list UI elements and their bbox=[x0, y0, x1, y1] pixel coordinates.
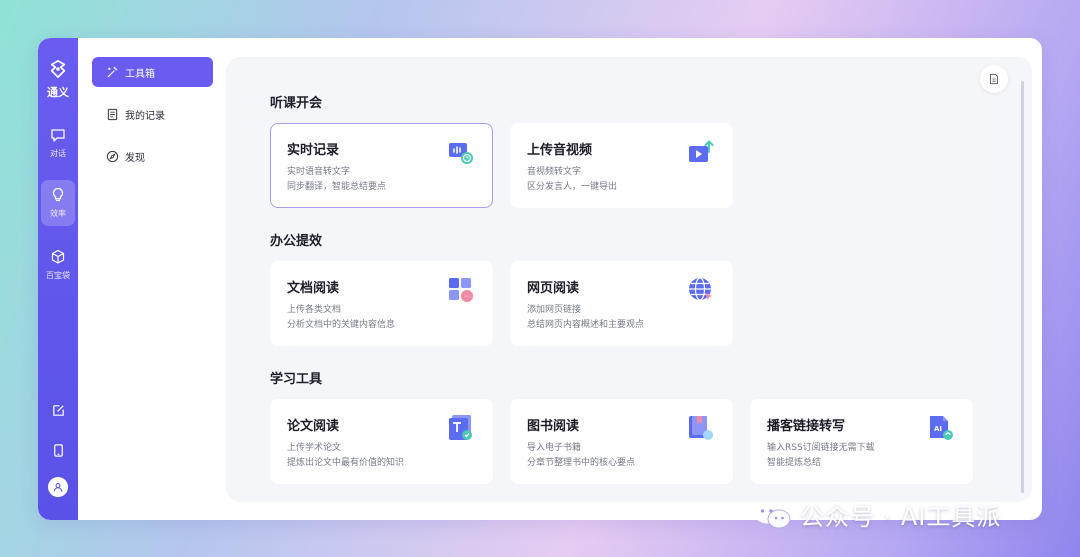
rail-edit-button[interactable] bbox=[38, 403, 78, 422]
card-desc: 总结网页内容概述和主要观点 bbox=[527, 320, 645, 330]
notes-icon bbox=[107, 108, 118, 120]
card-desc: 添加网页链接 bbox=[527, 305, 582, 315]
document-read-icon: ··· bbox=[449, 278, 473, 302]
logo[interactable]: 通义 bbox=[38, 60, 78, 100]
rail-user-button[interactable] bbox=[38, 477, 78, 497]
card-desc: 音视频转文字 bbox=[527, 167, 582, 177]
svg-text:AI: AI bbox=[934, 425, 942, 433]
rail-label: 百宝袋 bbox=[46, 271, 70, 280]
rail-item-chat[interactable]: 对话 bbox=[41, 120, 75, 166]
user-icon bbox=[53, 483, 63, 492]
section-title-lecture-meeting: 听课开会 bbox=[270, 96, 323, 111]
watermark: 公众号 · AI工具派 bbox=[752, 497, 1001, 532]
card-desc: 导入电子书籍 bbox=[527, 443, 582, 453]
card-desc: 上传学术论文 bbox=[287, 443, 342, 453]
card-document-reading[interactable]: 文档阅读 上传各类文档 分析文档中的关键内容信息 ··· bbox=[270, 261, 493, 346]
card-desc: 上传各类文档 bbox=[287, 305, 342, 315]
watermark-text: 公众号 · AI工具派 bbox=[800, 503, 1002, 531]
secondary-nav: 工具箱 我的记录 发现 bbox=[78, 38, 228, 520]
card-desc: 输入RSS订阅链接无需下载 bbox=[767, 443, 875, 453]
card-desc: 提炼出论文中最有价值的知识 bbox=[287, 458, 405, 468]
scrollbar[interactable] bbox=[1021, 81, 1024, 493]
chat-icon bbox=[51, 129, 65, 142]
card-desc: 分析文档中的关键内容信息 bbox=[287, 320, 396, 330]
lightbulb-icon bbox=[52, 187, 64, 202]
card-desc: 实时语音转文字 bbox=[287, 167, 351, 177]
card-desc: 区分发言人，一键导出 bbox=[527, 182, 618, 192]
nav-item-label: 我的记录 bbox=[125, 110, 165, 122]
nav-item-label: 发现 bbox=[125, 152, 145, 164]
main-panel: 听课开会 实时记录 实时语音转文字 同步翻译，智能总结要点 上传音视频 音视频转… bbox=[226, 57, 1032, 502]
rail-device-button[interactable] bbox=[38, 443, 78, 462]
rail-label: 对话 bbox=[50, 149, 66, 158]
section-title-office: 办公提效 bbox=[270, 234, 323, 249]
nav-item-label: 工具箱 bbox=[125, 68, 155, 80]
magic-wand-icon bbox=[107, 66, 118, 78]
realtime-record-icon bbox=[449, 143, 473, 164]
wechat-icon bbox=[754, 502, 791, 528]
nav-item-toolbox[interactable]: 工具箱 bbox=[92, 57, 213, 87]
card-desc: 分章节整理书中的核心要点 bbox=[527, 458, 636, 468]
avatar bbox=[48, 477, 68, 497]
card-book-reading[interactable]: 图书阅读 导入电子书籍 分章节整理书中的核心要点 bbox=[510, 399, 733, 484]
tablet-icon bbox=[53, 444, 63, 457]
web-globe-icon bbox=[689, 277, 712, 301]
section-title-study: 学习工具 bbox=[270, 372, 323, 387]
card-desc: 同步翻译，智能总结要点 bbox=[287, 182, 387, 192]
rail-label: 效率 bbox=[50, 209, 66, 218]
edit-icon bbox=[52, 405, 64, 416]
tongyi-logo-icon bbox=[50, 60, 66, 78]
rail-item-efficiency[interactable]: 效率 bbox=[41, 180, 75, 226]
card-web-reading[interactable]: 网页阅读 添加网页链接 总结网页内容概述和主要观点 bbox=[510, 261, 733, 346]
cube-icon bbox=[51, 249, 65, 264]
compass-icon bbox=[106, 150, 119, 162]
card-podcast-transcribe[interactable]: 播客链接转写 输入RSS订阅链接无需下载 智能提炼总结 AI bbox=[750, 399, 973, 484]
card-realtime-record[interactable]: 实时记录 实时语音转文字 同步翻译，智能总结要点 bbox=[270, 123, 493, 208]
podcast-ai-icon: AI bbox=[930, 416, 953, 440]
history-button[interactable] bbox=[980, 65, 1008, 93]
nav-item-my-records[interactable]: 我的记录 bbox=[92, 99, 213, 129]
nav-item-discover[interactable]: 发现 bbox=[92, 141, 213, 171]
paper-read-icon bbox=[449, 415, 472, 440]
upload-video-icon bbox=[689, 140, 714, 162]
book-read-icon bbox=[689, 416, 713, 440]
card-desc: 智能提炼总结 bbox=[767, 458, 822, 468]
document-icon bbox=[990, 73, 998, 85]
svg-text:···: ··· bbox=[464, 294, 470, 301]
left-rail: 通义 对话 效率 百宝袋 bbox=[38, 38, 78, 520]
rail-item-toolbag[interactable]: 百宝袋 bbox=[41, 242, 75, 288]
card-upload-audio-video[interactable]: 上传音视频 音视频转文字 区分发言人，一键导出 bbox=[510, 123, 733, 208]
card-paper-reading[interactable]: 论文阅读 上传学术论文 提炼出论文中最有价值的知识 bbox=[270, 399, 493, 484]
app-window: 通义 对话 效率 百宝袋 工具箱 我的记录 发现 听课开会 实时记录 实时语音转… bbox=[38, 38, 1042, 520]
logo-text: 通义 bbox=[47, 86, 69, 99]
